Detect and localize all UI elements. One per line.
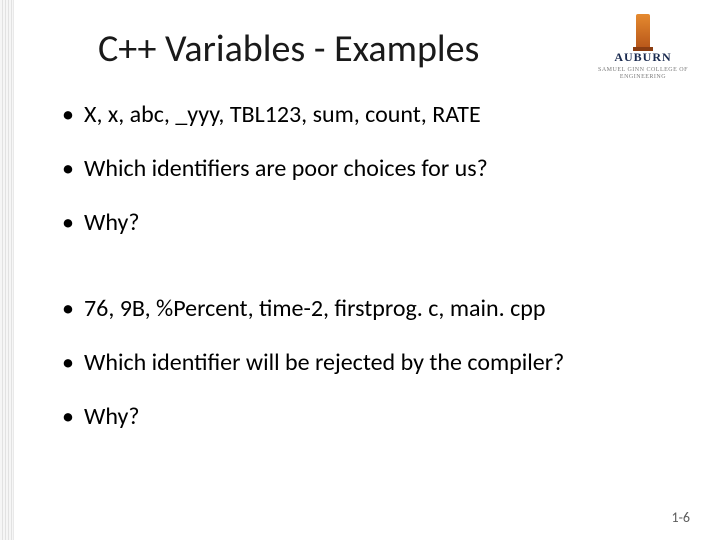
list-item: X, x, abc, _yyy, TBL123, sum, count, RAT… (60, 100, 670, 154)
logo-wordmark: AUBURN (588, 50, 698, 65)
list-item: Why? (60, 208, 670, 294)
list-item: Why? (60, 402, 670, 456)
list-item: Which identifiers are poor choices for u… (60, 154, 670, 208)
list-item: 76, 9B, %Percent, time-2, firstprog. c, … (60, 294, 670, 348)
list-item: Which identifier will be rejected by the… (60, 348, 670, 402)
auburn-logo: AUBURN SAMUEL GINN COLLEGE OF ENGINEERIN… (588, 14, 698, 80)
logo-subtext: SAMUEL GINN COLLEGE OF ENGINEERING (588, 67, 698, 80)
page-number: 1-6 (672, 509, 690, 526)
slide: AUBURN SAMUEL GINN COLLEGE OF ENGINEERIN… (0, 0, 720, 540)
binding-edge (0, 0, 14, 540)
binding-lines (2, 0, 12, 540)
tower-icon (636, 14, 650, 48)
bullet-list: X, x, abc, _yyy, TBL123, sum, count, RAT… (60, 100, 670, 456)
